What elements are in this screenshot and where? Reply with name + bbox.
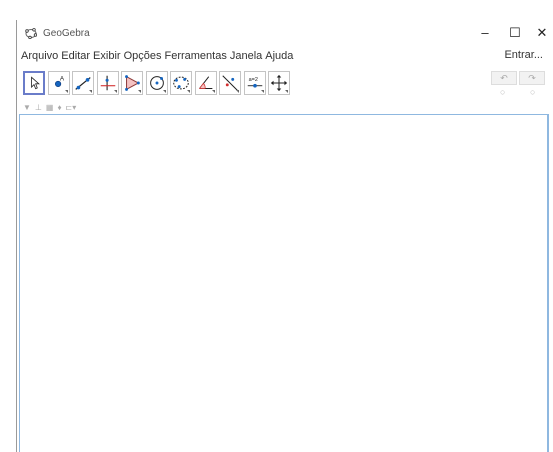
grid-toggle-icon[interactable]: ▦ [46, 103, 54, 112]
submenu-indicator [64, 90, 68, 93]
undo-sub-icon: ○ [500, 87, 506, 97]
conic-tool-button[interactable] [170, 71, 192, 95]
submenu-indicator [211, 90, 215, 93]
close-button[interactable]: ✕ [532, 24, 552, 42]
geogebra-app-icon [25, 28, 37, 39]
undo-redo-group: ↶ ↷ ○ ○ [491, 71, 547, 97]
submenu-indicator [113, 90, 117, 93]
slider-label: a=2 [248, 77, 257, 83]
redo-sub-icon: ○ [530, 87, 536, 97]
point-tool-button[interactable]: A [47, 71, 70, 95]
line-tool-button[interactable] [72, 71, 94, 95]
axes-toggle-icon[interactable]: ⊥ [35, 103, 42, 112]
minimize-button[interactable]: – [475, 24, 495, 42]
maximize-button[interactable]: ☐ [505, 24, 525, 42]
menu-ferramentas[interactable]: Ferramentas [164, 50, 226, 62]
polygon-tool-button[interactable] [121, 71, 143, 95]
submenu-indicator [285, 90, 288, 93]
undo-button[interactable]: ↶ [491, 71, 517, 85]
submenu-indicator [138, 90, 141, 93]
title-bar[interactable]: GeoGebra – ☐ ✕ [17, 20, 553, 46]
circle-tool-button[interactable] [145, 71, 168, 95]
move-graphics-tool-button[interactable] [268, 71, 290, 95]
stylebar-toggle-icon[interactable]: ▼ [23, 103, 31, 112]
menu-exibir[interactable]: Exibir [93, 50, 121, 62]
submenu-indicator [89, 90, 92, 93]
signin-link[interactable]: Entrar... [504, 49, 543, 61]
menu-arquivo[interactable]: Arquivo [21, 50, 58, 62]
menu-bar: Arquivo Editar Exibir Opções Ferramentas… [17, 47, 553, 65]
redo-button[interactable]: ↷ [519, 71, 545, 85]
submenu-indicator [236, 90, 239, 93]
window-title: GeoGebra [43, 27, 90, 39]
menu-opcoes[interactable]: Opções [124, 50, 162, 62]
submenu-indicator [187, 90, 190, 93]
menu-janela[interactable]: Janela [230, 50, 262, 62]
menu-ajuda[interactable]: Ajuda [265, 50, 293, 62]
perpendicular-tool-button[interactable] [96, 71, 119, 95]
graphics-view[interactable] [19, 114, 548, 452]
label-style-icon[interactable]: ⊏▾ [66, 103, 77, 112]
style-bar: ▼ ⊥ ▦ ♦ ⊏▾ [23, 101, 80, 113]
cursor-arrow-icon [31, 76, 40, 90]
point-capture-icon[interactable]: ♦ [57, 103, 61, 112]
slider-tool-button[interactable]: a=2 [243, 71, 266, 95]
reflect-tool-button[interactable] [219, 71, 241, 95]
geogebra-window: GeoGebra – ☐ ✕ Arquivo Editar Exibir Opç… [16, 20, 553, 452]
menu-editar[interactable]: Editar [61, 50, 90, 62]
graphics-view-border [548, 114, 549, 452]
angle-tool-button[interactable] [194, 71, 217, 95]
svg-text:A: A [59, 75, 64, 82]
submenu-indicator [260, 90, 264, 93]
toolbar: A a=2 [23, 71, 293, 99]
submenu-indicator [162, 90, 166, 93]
move-tool-button[interactable] [23, 71, 45, 95]
